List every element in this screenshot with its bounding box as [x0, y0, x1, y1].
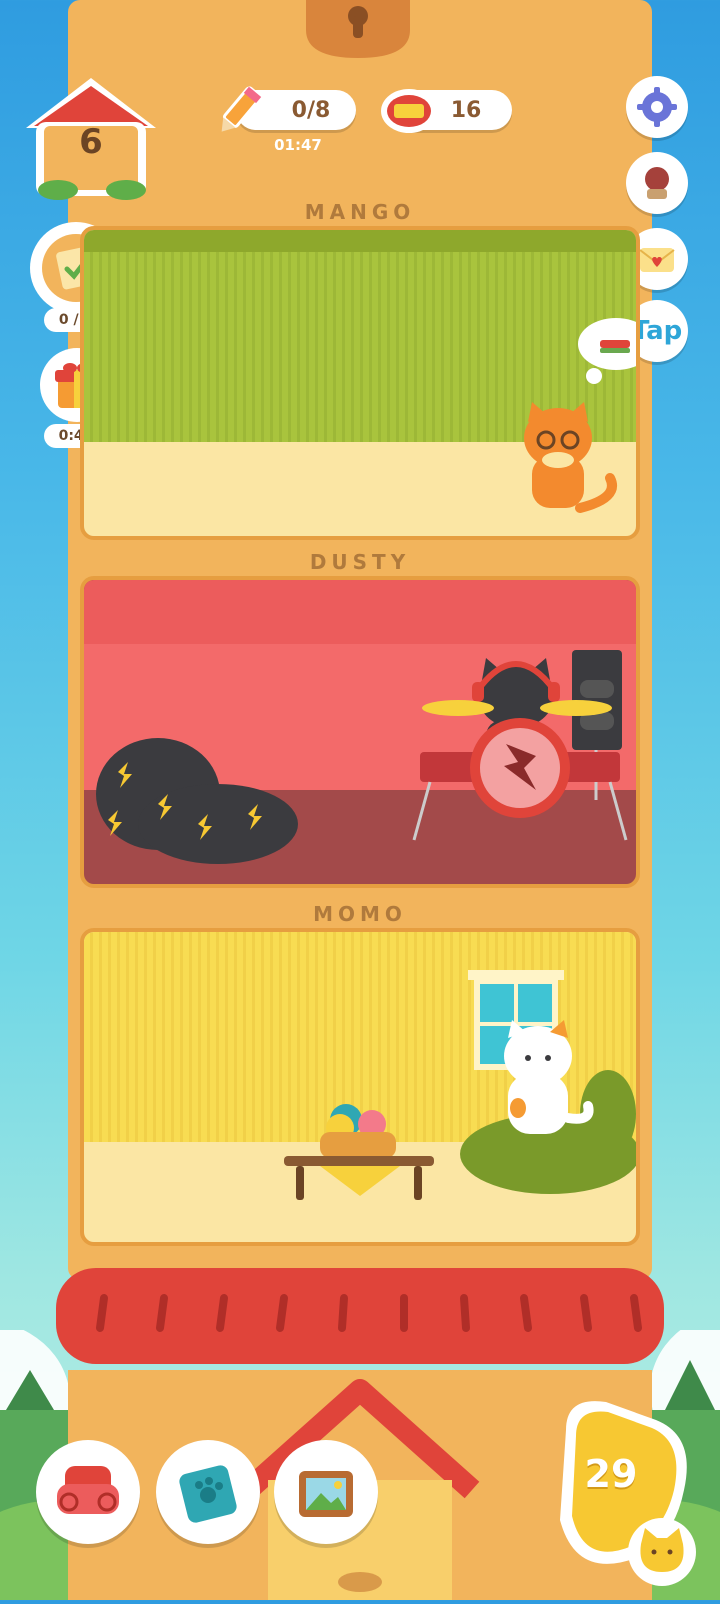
room-mango[interactable] [80, 226, 640, 540]
awning [56, 1268, 664, 1372]
pencil-counter-text: 0/8 [291, 97, 331, 123]
stamp-icon [645, 167, 669, 199]
thought-bubble [578, 318, 636, 384]
tuna-can-icon [378, 84, 440, 138]
letter-icon [639, 248, 675, 272]
house-level-badge[interactable]: 6 [18, 72, 164, 200]
room-momo[interactable] [80, 928, 640, 1246]
energy-count: 29 [584, 1452, 638, 1496]
room-dusty[interactable] [80, 576, 640, 888]
catalog-button[interactable] [156, 1440, 260, 1544]
lock-icon [306, 0, 410, 60]
album-button[interactable] [274, 1440, 378, 1544]
pencil-icon [210, 82, 268, 140]
cans-counter-text: 16 [450, 97, 482, 123]
furniture-button[interactable] [36, 1440, 140, 1544]
gear-icon [637, 87, 677, 127]
dusty-cat-drummer[interactable] [400, 640, 640, 870]
momo-cat[interactable] [488, 1018, 598, 1138]
cat-book-icon [179, 1465, 237, 1523]
cat-face-icon [640, 1528, 684, 1572]
picture-frame-icon [299, 1471, 353, 1517]
floor-name-momo: MOMO [313, 902, 407, 926]
house-level-text: 6 [79, 122, 103, 162]
floor-name-mango: MANGO [304, 200, 416, 224]
sofa-icon [57, 1466, 119, 1514]
floor-name-dusty: DUSTY [309, 550, 411, 574]
yarn-table [284, 1104, 434, 1200]
mango-cat[interactable] [510, 398, 630, 518]
energy-badge[interactable]: 29 [536, 1390, 712, 1590]
settings-button[interactable] [626, 76, 688, 138]
pencil-timer: 01:47 [274, 136, 322, 154]
beanbag [96, 738, 298, 864]
